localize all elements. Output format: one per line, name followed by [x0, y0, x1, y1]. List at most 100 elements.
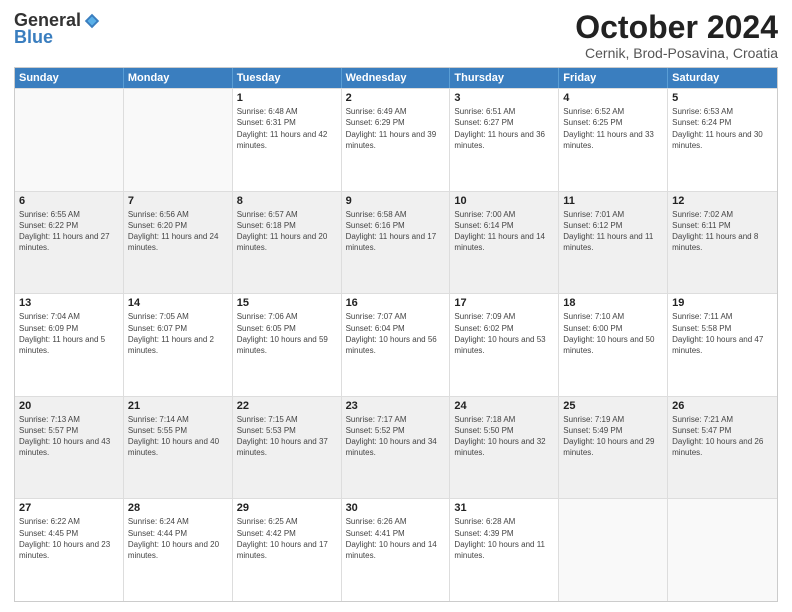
cell-info: Sunrise: 6:25 AM Sunset: 4:42 PM Dayligh…: [237, 516, 337, 561]
logo-blue-text: Blue: [14, 27, 53, 48]
cal-cell-4-4: 31 Sunrise: 6:28 AM Sunset: 4:39 PM Dayli…: [450, 499, 559, 601]
cell-info: Sunrise: 7:18 AM Sunset: 5:50 PM Dayligh…: [454, 414, 554, 459]
cal-cell-2-3: 16 Sunrise: 7:07 AM Sunset: 6:04 PM Dayli…: [342, 294, 451, 396]
cell-day-number: 6: [19, 195, 119, 207]
cell-info: Sunrise: 7:05 AM Sunset: 6:07 PM Dayligh…: [128, 311, 228, 356]
cell-day-number: 15: [237, 297, 337, 309]
cell-info: Sunrise: 7:13 AM Sunset: 5:57 PM Dayligh…: [19, 414, 119, 459]
calendar-row-2: 13Sunrise: 7:04 AM Sunset: 6:09 PM Dayli…: [15, 293, 777, 396]
cell-day-number: 23: [346, 400, 446, 412]
cell-day-number: 1: [237, 92, 337, 104]
cell-info: Sunrise: 7:21 AM Sunset: 5:47 PM Dayligh…: [672, 414, 773, 459]
cal-cell-2-6: 19 Sunrise: 7:11 AM Sunset: 5:58 PM Dayli…: [668, 294, 777, 396]
cell-info: Sunrise: 7:15 AM Sunset: 5:53 PM Dayligh…: [237, 414, 337, 459]
cell-info: Sunrise: 6:49 AM Sunset: 6:29 PM Dayligh…: [346, 106, 446, 151]
cell-day-number: 8: [237, 195, 337, 207]
cell-day-number: 4: [563, 92, 663, 104]
cal-cell-2-1: 14Sunrise: 7:05 AM Sunset: 6:07 PM Dayli…: [124, 294, 233, 396]
cell-day-number: 29: [237, 502, 337, 514]
cell-info: Sunrise: 7:10 AM Sunset: 6:00 PM Dayligh…: [563, 311, 663, 356]
cell-info: Sunrise: 7:02 AM Sunset: 6:11 PM Dayligh…: [672, 209, 773, 254]
calendar-body: 1 Sunrise: 6:48 AM Sunset: 6:31 PM Daylig…: [15, 88, 777, 601]
cell-day-number: 3: [454, 92, 554, 104]
cell-info: Sunrise: 6:28 AM Sunset: 4:39 PM Dayligh…: [454, 516, 554, 561]
cell-info: Sunrise: 6:51 AM Sunset: 6:27 PM Dayligh…: [454, 106, 554, 151]
cal-cell-3-0: 20Sunrise: 7:13 AM Sunset: 5:57 PM Dayli…: [15, 397, 124, 499]
cell-day-number: 16: [346, 297, 446, 309]
cell-info: Sunrise: 7:19 AM Sunset: 5:49 PM Dayligh…: [563, 414, 663, 459]
cell-day-number: 31: [454, 502, 554, 514]
cell-day-number: 5: [672, 92, 773, 104]
cal-cell-1-4: 10 Sunrise: 7:00 AM Sunset: 6:14 PM Dayli…: [450, 192, 559, 294]
cal-cell-0-4: 3 Sunrise: 6:51 AM Sunset: 6:27 PM Daylig…: [450, 89, 559, 191]
cell-day-number: 12: [672, 195, 773, 207]
calendar-row-3: 20Sunrise: 7:13 AM Sunset: 5:57 PM Dayli…: [15, 396, 777, 499]
cal-cell-0-3: 2 Sunrise: 6:49 AM Sunset: 6:29 PM Daylig…: [342, 89, 451, 191]
cell-info: Sunrise: 6:22 AM Sunset: 4:45 PM Dayligh…: [19, 516, 119, 561]
cell-info: Sunrise: 6:24 AM Sunset: 4:44 PM Dayligh…: [128, 516, 228, 561]
cell-info: Sunrise: 7:14 AM Sunset: 5:55 PM Dayligh…: [128, 414, 228, 459]
cell-info: Sunrise: 7:04 AM Sunset: 6:09 PM Dayligh…: [19, 311, 119, 356]
cell-day-number: 11: [563, 195, 663, 207]
cell-info: Sunrise: 7:01 AM Sunset: 6:12 PM Dayligh…: [563, 209, 663, 254]
cell-info: Sunrise: 7:17 AM Sunset: 5:52 PM Dayligh…: [346, 414, 446, 459]
cal-cell-2-4: 17 Sunrise: 7:09 AM Sunset: 6:02 PM Dayli…: [450, 294, 559, 396]
cell-day-number: 19: [672, 297, 773, 309]
cal-cell-1-3: 9Sunrise: 6:58 AM Sunset: 6:16 PM Daylig…: [342, 192, 451, 294]
cell-day-number: 18: [563, 297, 663, 309]
calendar-row-4: 27Sunrise: 6:22 AM Sunset: 4:45 PM Dayli…: [15, 498, 777, 601]
cal-cell-3-2: 22 Sunrise: 7:15 AM Sunset: 5:53 PM Dayli…: [233, 397, 342, 499]
cell-day-number: 25: [563, 400, 663, 412]
cal-cell-3-1: 21Sunrise: 7:14 AM Sunset: 5:55 PM Dayli…: [124, 397, 233, 499]
cell-day-number: 28: [128, 502, 228, 514]
cell-day-number: 24: [454, 400, 554, 412]
logo-icon: [83, 12, 101, 30]
logo: General Blue: [14, 10, 101, 48]
cell-day-number: 22: [237, 400, 337, 412]
cal-cell-1-0: 6Sunrise: 6:55 AM Sunset: 6:22 PM Daylig…: [15, 192, 124, 294]
cell-info: Sunrise: 6:53 AM Sunset: 6:24 PM Dayligh…: [672, 106, 773, 151]
cell-info: Sunrise: 7:00 AM Sunset: 6:14 PM Dayligh…: [454, 209, 554, 254]
calendar-row-0: 1 Sunrise: 6:48 AM Sunset: 6:31 PM Daylig…: [15, 88, 777, 191]
cal-cell-2-0: 13Sunrise: 7:04 AM Sunset: 6:09 PM Dayli…: [15, 294, 124, 396]
cell-info: Sunrise: 6:56 AM Sunset: 6:20 PM Dayligh…: [128, 209, 228, 254]
cal-cell-1-1: 7 Sunrise: 6:56 AM Sunset: 6:20 PM Daylig…: [124, 192, 233, 294]
cell-info: Sunrise: 6:48 AM Sunset: 6:31 PM Dayligh…: [237, 106, 337, 151]
cal-cell-0-2: 1 Sunrise: 6:48 AM Sunset: 6:31 PM Daylig…: [233, 89, 342, 191]
cal-cell-4-2: 29 Sunrise: 6:25 AM Sunset: 4:42 PM Dayli…: [233, 499, 342, 601]
cell-info: Sunrise: 7:09 AM Sunset: 6:02 PM Dayligh…: [454, 311, 554, 356]
day-header-saturday: Saturday: [668, 68, 777, 88]
cal-cell-1-6: 12 Sunrise: 7:02 AM Sunset: 6:11 PM Dayli…: [668, 192, 777, 294]
day-header-monday: Monday: [124, 68, 233, 88]
cell-day-number: 26: [672, 400, 773, 412]
cal-cell-3-6: 26 Sunrise: 7:21 AM Sunset: 5:47 PM Dayli…: [668, 397, 777, 499]
cal-cell-4-1: 28 Sunrise: 6:24 AM Sunset: 4:44 PM Dayli…: [124, 499, 233, 601]
cell-day-number: 7: [128, 195, 228, 207]
cell-day-number: 17: [454, 297, 554, 309]
cal-cell-0-1: [124, 89, 233, 191]
header: General Blue October 2024 Cernik, Brod-P…: [14, 10, 778, 61]
cal-cell-4-3: 30Sunrise: 6:26 AM Sunset: 4:41 PM Dayli…: [342, 499, 451, 601]
cell-info: Sunrise: 6:26 AM Sunset: 4:41 PM Dayligh…: [346, 516, 446, 561]
cell-info: Sunrise: 6:57 AM Sunset: 6:18 PM Dayligh…: [237, 209, 337, 254]
cal-cell-3-5: 25 Sunrise: 7:19 AM Sunset: 5:49 PM Dayli…: [559, 397, 668, 499]
cal-cell-4-6: [668, 499, 777, 601]
cal-cell-3-3: 23 Sunrise: 7:17 AM Sunset: 5:52 PM Dayli…: [342, 397, 451, 499]
month-title: October 2024: [575, 10, 778, 45]
cal-cell-1-5: 11 Sunrise: 7:01 AM Sunset: 6:12 PM Dayli…: [559, 192, 668, 294]
cell-info: Sunrise: 7:07 AM Sunset: 6:04 PM Dayligh…: [346, 311, 446, 356]
cell-info: Sunrise: 7:11 AM Sunset: 5:58 PM Dayligh…: [672, 311, 773, 356]
calendar-row-1: 6Sunrise: 6:55 AM Sunset: 6:22 PM Daylig…: [15, 191, 777, 294]
cal-cell-2-2: 15 Sunrise: 7:06 AM Sunset: 6:05 PM Dayli…: [233, 294, 342, 396]
cell-day-number: 10: [454, 195, 554, 207]
location: Cernik, Brod-Posavina, Croatia: [575, 45, 778, 61]
day-header-sunday: Sunday: [15, 68, 124, 88]
day-header-friday: Friday: [559, 68, 668, 88]
cal-cell-0-5: 4Sunrise: 6:52 AM Sunset: 6:25 PM Daylig…: [559, 89, 668, 191]
cal-cell-2-5: 18 Sunrise: 7:10 AM Sunset: 6:00 PM Dayli…: [559, 294, 668, 396]
cal-cell-3-4: 24 Sunrise: 7:18 AM Sunset: 5:50 PM Dayli…: [450, 397, 559, 499]
title-block: October 2024 Cernik, Brod-Posavina, Croa…: [575, 10, 778, 61]
cal-cell-4-0: 27Sunrise: 6:22 AM Sunset: 4:45 PM Dayli…: [15, 499, 124, 601]
cell-info: Sunrise: 7:06 AM Sunset: 6:05 PM Dayligh…: [237, 311, 337, 356]
cell-day-number: 2: [346, 92, 446, 104]
